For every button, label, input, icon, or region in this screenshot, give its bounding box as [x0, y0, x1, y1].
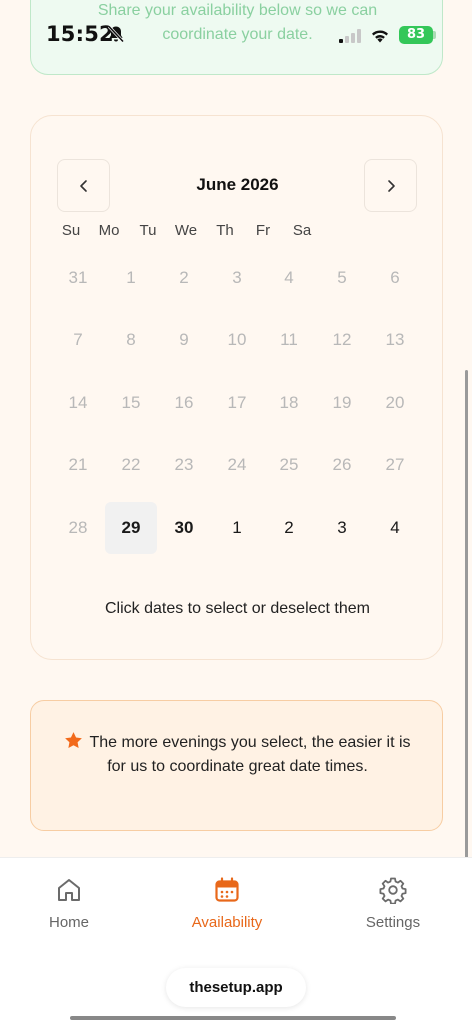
calendar-day[interactable]: 30: [158, 502, 210, 554]
calendar-day: 2: [179, 268, 189, 287]
weekday-label: Su: [61, 222, 81, 239]
calendar-day: 9: [179, 330, 189, 349]
calendar-day[interactable]: 1: [211, 502, 263, 554]
weekday-label: Fr: [255, 222, 271, 239]
calendar-day: 25: [279, 455, 299, 474]
calendar-day: 6: [390, 268, 400, 287]
home-icon: [58, 879, 80, 901]
nav-item-home[interactable]: Home: [9, 876, 129, 931]
chevron-right-icon: [387, 179, 395, 192]
calendar-day: 31: [68, 268, 88, 287]
battery-indicator: 83: [399, 26, 433, 44]
weekday-label: Tu: [139, 222, 157, 239]
calendar-day: 3: [232, 268, 242, 287]
calendar-day: 28: [68, 518, 88, 537]
calendar-day: 20: [385, 393, 405, 412]
calendar-day: 18: [279, 393, 299, 412]
next-month-button[interactable]: [364, 159, 417, 212]
calendar-day[interactable]: 4: [369, 502, 421, 554]
calendar-day: 22: [121, 455, 141, 474]
calendar-day: 11: [280, 330, 298, 349]
status-time: 15:52: [46, 22, 114, 46]
calendar-card: June 2026 Su Mo Tu We Th Fr Sa 31 1 2 3 4 5 6 7…: [30, 115, 443, 660]
wifi-icon: [372, 30, 388, 43]
url-pill[interactable]: thesetup.app: [166, 968, 306, 1007]
calendar-day: 10: [227, 330, 247, 349]
calendar-day: 5: [337, 268, 347, 287]
status-bar: 15:52 83: [0, 0, 472, 70]
weekday-label: Mo: [98, 222, 120, 239]
calendar-day: 17: [227, 393, 247, 412]
calendar-day: 27: [385, 455, 405, 474]
gear-icon: [379, 877, 407, 904]
bell-muted-icon: [107, 25, 125, 43]
weekday-label: Sa: [292, 222, 312, 239]
calendar-day: 7: [73, 330, 83, 349]
calendar-day: 4: [284, 268, 294, 287]
star-icon: [65, 732, 83, 749]
tip-message: The more evenings you select, the easier…: [89, 734, 411, 775]
calendar-day[interactable]: 2: [263, 502, 315, 554]
weekday-label: We: [174, 222, 198, 239]
calendar-day: 15: [121, 393, 141, 412]
tip-text: The more evenings you select, the easier…: [61, 731, 414, 779]
nav-label-home: Home: [48, 914, 89, 931]
nav-label-availability: Availability: [191, 914, 263, 931]
home-indicator[interactable]: [70, 1016, 396, 1020]
nav-label-settings: Settings: [365, 914, 421, 931]
calendar-day[interactable]: 29: [105, 502, 157, 554]
calendar-day: 21: [68, 455, 88, 474]
calendar-day: 14: [68, 393, 88, 412]
battery-tip: [433, 31, 436, 39]
calendar-day: 8: [126, 330, 136, 349]
selection-hint: Click dates to select or deselect them: [104, 600, 370, 617]
calendar-day: 1: [126, 268, 136, 287]
nav-item-availability[interactable]: Availability: [167, 876, 287, 931]
calendar-icon: [215, 877, 239, 902]
weekday-label: Th: [216, 222, 234, 239]
calendar-day: 23: [174, 455, 194, 474]
calendar-day: 24: [227, 455, 247, 474]
calendar-day: 19: [332, 393, 352, 412]
calendar-day: 13: [385, 330, 405, 349]
calendar-day: 12: [332, 330, 352, 349]
calendar-day[interactable]: 3: [316, 502, 368, 554]
nav-item-settings[interactable]: Settings: [333, 876, 453, 931]
scrollbar[interactable]: [465, 370, 468, 880]
signal-icon: [339, 29, 361, 43]
tip-card: The more evenings you select, the easier…: [30, 700, 443, 831]
calendar-day: 16: [174, 393, 194, 412]
calendar-day: 26: [332, 455, 352, 474]
